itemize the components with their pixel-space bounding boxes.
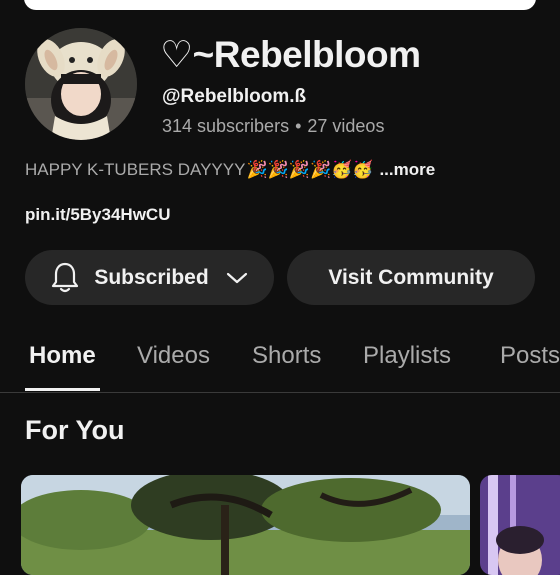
subscribed-button[interactable]: Subscribed [25,250,274,305]
tab-playlists[interactable]: Playlists [363,342,451,370]
video-thumbnail[interactable] [480,475,560,575]
channel-avatar[interactable] [25,28,137,140]
tab-videos[interactable]: Videos [137,342,210,370]
stats-separator: • [295,116,302,136]
channel-name: ♡~Rebelbloom [160,34,421,75]
subscribed-label: Subscribed [94,265,209,289]
visit-community-button[interactable]: Visit Community [287,250,535,305]
search-bar[interactable] [24,0,536,10]
bell-icon [50,261,80,295]
tab-home[interactable]: Home [29,342,96,370]
description-text: HAPPY K-TUBERS DAYYYY [25,160,246,179]
tab-shorts[interactable]: Shorts [252,342,321,370]
video-thumbnail[interactable] [21,475,470,575]
chevron-down-icon [225,270,249,286]
more-link[interactable]: ...more [379,160,435,180]
active-tab-indicator [25,388,100,391]
section-title: For You [25,415,125,445]
subscriber-count: 314 subscribers [162,116,290,136]
channel-stats: 314 subscribers • 27 videos [162,116,384,137]
video-count: 27 videos [307,116,385,136]
channel-tabs: Home Videos Shorts Playlists Posts [0,330,560,393]
channel-description[interactable]: HAPPY K-TUBERS DAYYYY 🎉🎉🎉🎉🥳🥳 ...more [25,160,435,180]
channel-handle: @Rebelbloom.ß [162,86,307,107]
tab-posts[interactable]: Posts [500,342,560,370]
channel-link[interactable]: pin.it/5By34HwCU [25,205,170,225]
description-emojis: 🎉🎉🎉🎉🥳🥳 [246,160,374,179]
